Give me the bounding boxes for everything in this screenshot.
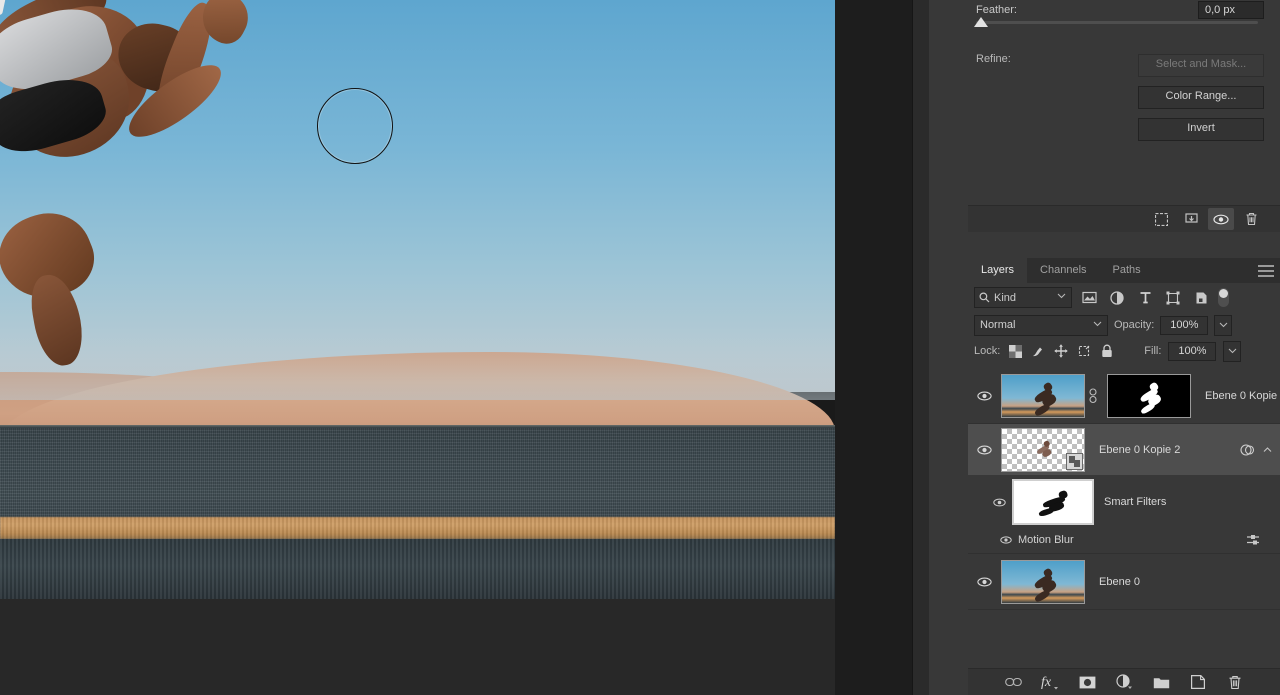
blend-mode-dropdown[interactable]: Normal <box>974 314 1108 336</box>
color-range-button[interactable]: Color Range... <box>1138 86 1264 109</box>
toggle-visibility-icon[interactable] <box>1208 208 1234 230</box>
lock-artboard-icon[interactable] <box>1076 343 1092 359</box>
adjustment-filter-icon[interactable] <box>1106 288 1128 308</box>
lock-label: Lock: <box>974 345 1001 357</box>
pixel-filter-icon[interactable] <box>1078 288 1100 308</box>
smart-filters-visibility-toggle[interactable] <box>986 498 1012 507</box>
layer-thumbnail[interactable] <box>1001 427 1085 472</box>
collapse-chevron-icon[interactable] <box>1263 447 1272 453</box>
new-layer-icon[interactable] <box>1187 672 1209 692</box>
feather-slider-thumb[interactable] <box>974 17 988 27</box>
layer-list: Ebene 0 Kopie Ebene 0 Kopie 2 Smart Filt… <box>968 368 1280 660</box>
shape-filter-icon[interactable] <box>1162 288 1184 308</box>
blend-mode-row: Normal Opacity: 100% <box>968 312 1280 338</box>
fill-value[interactable]: 100% <box>1168 341 1217 361</box>
filter-visibility-toggle[interactable] <box>994 536 1018 544</box>
fill-chevron-down-icon[interactable] <box>1223 340 1242 362</box>
layer-style-fx-icon[interactable]: fx <box>1039 672 1061 692</box>
canvas-area <box>0 0 912 695</box>
feather-input[interactable] <box>1198 1 1264 19</box>
layer-thumbnail[interactable] <box>1001 373 1085 418</box>
lock-position-icon[interactable] <box>1053 343 1069 359</box>
panel-icon-gutter[interactable] <box>929 0 968 695</box>
opacity-value[interactable]: 100% <box>1160 315 1209 335</box>
layers-panel-tabs: Layers Channels Paths <box>968 258 1280 283</box>
photoshop-window: Feather: Refine: Select and Mask... Colo… <box>0 0 1280 695</box>
invert-button[interactable]: Invert <box>1138 118 1264 141</box>
smart-filter-mask-thumbnail[interactable] <box>1012 479 1094 525</box>
opacity-chevron-down-icon[interactable] <box>1214 314 1233 336</box>
opacity-label: Opacity: <box>1114 319 1155 331</box>
layer-visibility-toggle[interactable] <box>968 577 1001 587</box>
road-painted-line <box>0 517 835 539</box>
fill-label: Fill: <box>1144 345 1162 357</box>
layers-panel: Layers Channels Paths Kind Normal Opacit… <box>968 258 1280 695</box>
table-row[interactable]: Ebene 0 <box>968 553 1280 610</box>
layer-mask-thumbnail[interactable] <box>1107 373 1191 418</box>
sprinter-figure <box>0 0 290 370</box>
road-edge <box>0 425 835 428</box>
canvas-bottom-area <box>0 599 835 695</box>
feather-slider-track[interactable] <box>976 21 1258 24</box>
smart-filter-indicator-icon[interactable] <box>1240 442 1255 457</box>
smart-filters-group: Smart Filters Motion Blur <box>968 475 1280 551</box>
table-row[interactable]: Ebene 0 Kopie 2 <box>968 424 1280 475</box>
new-adjustment-layer-icon[interactable] <box>1113 672 1135 692</box>
tab-paths[interactable]: Paths <box>1099 258 1154 283</box>
kind-dropdown-value: Kind <box>994 291 1017 304</box>
mask-link-icon[interactable] <box>1085 387 1101 404</box>
delete-layer-icon[interactable] <box>1224 672 1246 692</box>
lock-row: Lock: Fill: 100% <box>968 338 1280 364</box>
add-mask-icon[interactable] <box>1178 208 1204 230</box>
feather-label: Feather: <box>976 4 1017 16</box>
road-foreground <box>0 539 835 599</box>
smart-object-badge-icon <box>1066 452 1083 470</box>
layer-visibility-toggle[interactable] <box>968 391 1001 401</box>
new-group-icon[interactable] <box>1150 672 1172 692</box>
filter-toggle-switch[interactable] <box>1218 288 1229 307</box>
smart-filters-row[interactable]: Smart Filters <box>968 475 1280 529</box>
svg-text:fx: fx <box>1041 675 1052 690</box>
lock-all-icon[interactable] <box>1099 343 1115 359</box>
brush-circle-cursor <box>317 88 393 164</box>
properties-footer-toolbar <box>968 205 1280 232</box>
document-canvas[interactable] <box>0 0 835 599</box>
layer-name: Ebene 0 Kopie <box>1205 389 1278 402</box>
layer-filter-row: Kind <box>968 283 1280 312</box>
link-layers-icon[interactable] <box>1002 672 1024 692</box>
layer-visibility-toggle[interactable] <box>968 445 1001 455</box>
type-filter-icon[interactable] <box>1134 288 1156 308</box>
layers-footer-toolbar: fx <box>968 668 1280 695</box>
layer-thumbnail[interactable] <box>1001 559 1085 604</box>
load-selection-icon[interactable] <box>1148 208 1174 230</box>
tab-layers[interactable]: Layers <box>968 258 1028 283</box>
layer-name: Ebene 0 <box>1099 575 1140 588</box>
runner-earbud <box>0 0 6 16</box>
canvas-right-gutter <box>835 0 912 695</box>
refine-label: Refine: <box>976 53 1011 65</box>
layer-name: Ebene 0 Kopie 2 <box>1099 443 1181 456</box>
kind-dropdown[interactable]: Kind <box>974 287 1072 308</box>
chevron-down-icon <box>1057 293 1066 299</box>
smart-filters-label: Smart Filters <box>1104 496 1167 508</box>
select-and-mask-button[interactable]: Select and Mask... <box>1138 54 1264 77</box>
search-icon <box>979 292 990 303</box>
list-item[interactable]: Motion Blur <box>968 529 1280 551</box>
selection-properties-panel: Feather: Refine: Select and Mask... Colo… <box>968 0 1280 232</box>
lock-image-icon[interactable] <box>1030 343 1046 359</box>
smart-object-filter-icon[interactable] <box>1190 288 1212 308</box>
table-row[interactable]: Ebene 0 Kopie <box>968 368 1280 424</box>
delete-icon[interactable] <box>1238 208 1264 230</box>
filter-blending-options-icon[interactable] <box>1246 533 1260 547</box>
hamburger-icon[interactable] <box>1258 265 1274 277</box>
add-layer-mask-icon[interactable] <box>1076 672 1098 692</box>
lock-transparency-icon[interactable] <box>1007 343 1023 359</box>
blend-mode-value: Normal <box>980 319 1016 331</box>
filter-name: Motion Blur <box>1018 534 1074 546</box>
right-panel-stack: Feather: Refine: Select and Mask... Colo… <box>968 0 1280 695</box>
chevron-down-icon <box>1093 321 1102 327</box>
tab-channels[interactable]: Channels <box>1027 258 1100 283</box>
panel-divider[interactable] <box>912 0 930 695</box>
